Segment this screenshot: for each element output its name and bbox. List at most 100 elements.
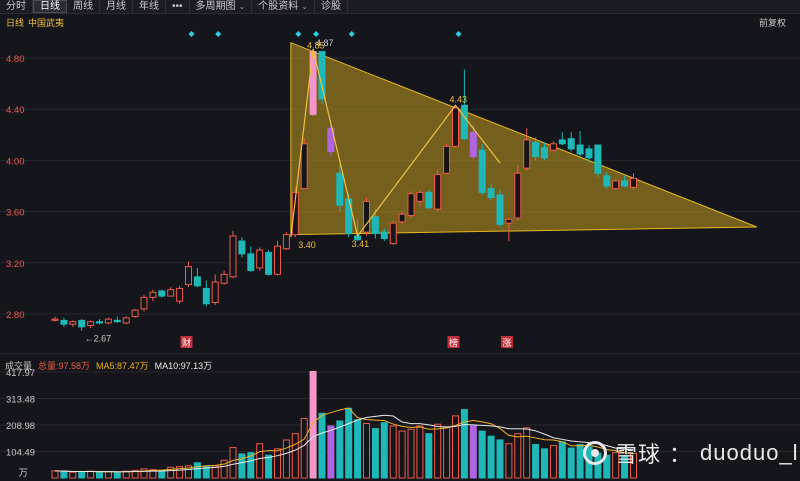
volume-bar — [51, 470, 59, 479]
candle-body — [104, 318, 112, 324]
volume-bar — [247, 452, 255, 479]
volume-bar — [176, 466, 184, 479]
volume-title: 成交量 — [5, 361, 33, 371]
candle-body — [567, 138, 575, 150]
zigzag-line — [290, 48, 501, 238]
candle-body — [434, 174, 442, 210]
candle-body — [363, 200, 370, 233]
event-label: 涨 — [502, 338, 511, 348]
volume-ma5: MA5:87.47万 — [96, 361, 149, 371]
candle-body — [149, 291, 157, 298]
tab-monthly[interactable]: 月线 — [100, 0, 133, 13]
watermark-brand: 雪球 — [615, 442, 662, 467]
price-tick-label: 3.20 — [6, 259, 25, 270]
volume-bar — [469, 425, 477, 479]
volume-bar — [345, 407, 353, 479]
event-marker-icon — [313, 31, 320, 37]
price-tick-label: 4.00 — [6, 156, 25, 167]
tab-intraday[interactable]: 分时 — [0, 0, 33, 13]
event-marker-icon — [348, 31, 355, 37]
volume-bar — [158, 469, 166, 479]
volume-tick-label: 313.48 — [6, 394, 35, 405]
volume-bar — [452, 415, 459, 479]
candle-body — [140, 296, 148, 310]
volume-bar — [167, 466, 175, 479]
volume-bar — [211, 465, 219, 479]
watermark-user: duoduo_l — [700, 440, 799, 465]
volume-bar — [336, 420, 344, 479]
adjust-mode-toggle[interactable]: 前复权 — [759, 16, 786, 29]
candle-body — [122, 317, 130, 324]
volume-bar — [104, 471, 112, 479]
candle-body — [496, 194, 504, 225]
volume-bar — [300, 417, 308, 479]
event-marker-icon — [188, 31, 195, 37]
event-label-box — [180, 336, 193, 348]
more-button[interactable]: ••• — [166, 0, 190, 13]
tab-weekly[interactable]: 周线 — [67, 0, 100, 13]
stock-info-dropdown[interactable]: 个股资料 ⌄ — [252, 0, 315, 13]
volume-bar — [229, 447, 237, 479]
candlestick-chart[interactable]: 2.803.203.604.004.404.80417.97313.48208.… — [0, 0, 800, 481]
candle-body — [425, 191, 433, 209]
chevron-down-icon: ⌄ — [238, 2, 246, 11]
event-label-box — [447, 336, 460, 348]
multi-period-label: 多周期图 — [195, 1, 236, 12]
volume-bar — [523, 427, 531, 479]
volume-bar — [256, 443, 264, 479]
tab-daily[interactable]: 日线 — [33, 0, 67, 13]
candle-body — [327, 127, 335, 152]
diagnose-button[interactable]: 诊股 — [315, 0, 348, 13]
volume-bar — [193, 462, 201, 479]
candle-body — [51, 318, 59, 321]
candle-body — [416, 191, 424, 202]
price-tick-label: 4.80 — [6, 54, 25, 65]
volume-total: 总量:97.58万 — [38, 361, 91, 371]
volume-bar — [69, 471, 77, 479]
volume-bar — [60, 470, 68, 479]
candle-body — [131, 309, 139, 318]
candle-body — [558, 139, 566, 145]
candle-body — [247, 253, 255, 271]
candle-body — [469, 131, 477, 158]
volume-bar — [425, 433, 433, 479]
event-marker-icon — [295, 31, 302, 37]
volume-bar — [238, 453, 246, 479]
candle-body — [443, 145, 451, 174]
volume-bar — [567, 447, 575, 479]
candle-body — [621, 180, 629, 187]
candle-body — [505, 218, 513, 224]
volume-bar — [96, 471, 103, 479]
candle-body — [603, 175, 611, 187]
volume-bar — [122, 470, 130, 479]
price-annotation: ←2.67 — [85, 334, 112, 344]
multi-period-dropdown[interactable]: 多周期图 ⌄ — [190, 0, 253, 13]
candle-body — [300, 143, 308, 190]
candle-body — [211, 281, 219, 303]
stock-name: 中国武夷 — [28, 18, 65, 28]
volume-bar — [514, 433, 522, 479]
candle-body — [532, 142, 540, 158]
candle-body — [158, 290, 166, 297]
candle-body — [336, 172, 344, 206]
price-annotation: 3.40 — [298, 240, 316, 250]
price-tick-label: 3.60 — [6, 208, 25, 219]
candle-body — [594, 144, 602, 174]
price-tick-label: 4.40 — [6, 105, 25, 116]
volume-tick-label: 208.98 — [6, 421, 35, 432]
stock-info-label: 个股资料 — [258, 1, 299, 12]
event-label-box — [500, 336, 513, 348]
volume-bar — [131, 469, 139, 479]
candle-body — [585, 148, 593, 159]
candle-body — [113, 319, 121, 323]
candle-body — [354, 235, 362, 241]
candle-body — [60, 319, 68, 325]
volume-bar — [416, 425, 424, 479]
volume-bar — [78, 471, 86, 479]
candle-body — [185, 266, 192, 286]
tab-yearly[interactable]: 年线 — [133, 0, 166, 13]
volume-unit-label: 万 — [18, 468, 28, 479]
candle-body — [460, 104, 468, 140]
candle-body — [282, 234, 290, 250]
volume-bar — [265, 454, 273, 479]
